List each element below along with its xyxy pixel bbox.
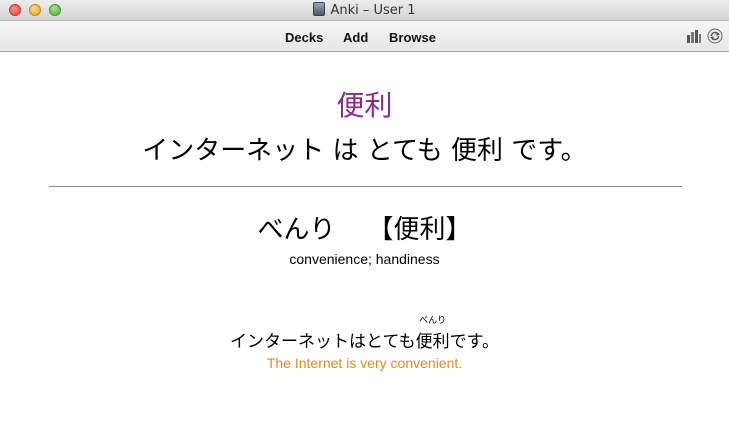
- example-after: です。: [449, 332, 499, 352]
- browse-link[interactable]: Browse: [389, 30, 436, 45]
- reading-line: べんり 【便利】: [0, 209, 729, 246]
- example-furigana: べんり: [419, 316, 447, 326]
- example-ruby: べんり 便利: [415, 316, 450, 352]
- window-title: Anki – User 1: [330, 3, 416, 18]
- main-toolbar: Decks Add Browse: [0, 21, 729, 52]
- anki-app-icon: [313, 2, 326, 16]
- front-word: 便利: [336, 89, 393, 122]
- example-translation: The Internet is very convenient.: [266, 355, 463, 371]
- example-word: 便利: [415, 332, 450, 352]
- title-bar: Anki – User 1: [0, 0, 729, 21]
- sync-icon[interactable]: [707, 28, 723, 44]
- kanji-bracketed: 【便利】: [367, 215, 472, 245]
- window-title-area: Anki – User 1: [0, 2, 729, 18]
- reading: べんり: [257, 215, 336, 245]
- decks-link[interactable]: Decks: [285, 30, 323, 45]
- answer-divider: [49, 186, 682, 187]
- stats-icon[interactable]: [686, 29, 702, 43]
- front-sentence: インターネット は とても 便利 です。: [142, 136, 587, 166]
- example-before: インターネットはとても: [230, 332, 416, 352]
- example-sentence: インターネットはとても べんり便利です。: [0, 316, 729, 352]
- meaning: convenience; handiness: [289, 251, 440, 267]
- add-link[interactable]: Add: [343, 30, 368, 45]
